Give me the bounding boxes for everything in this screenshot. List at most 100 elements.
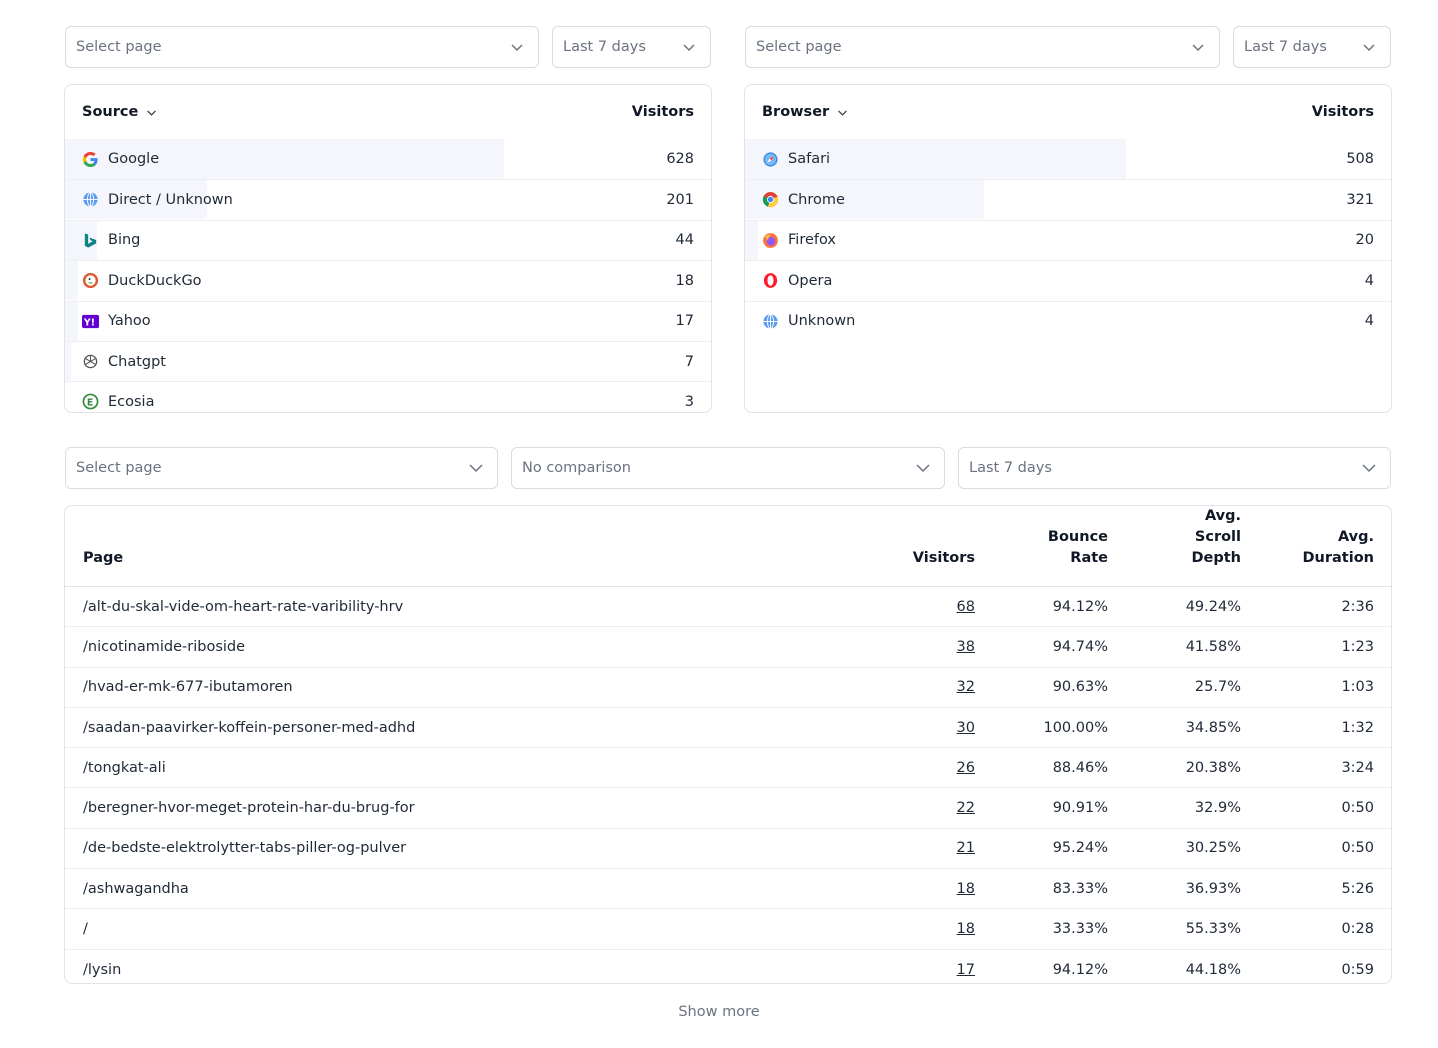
duration-column-header[interactable]: Avg. Duration [1258,506,1391,587]
duration-header-line2: Duration [1302,550,1374,566]
chevron-down-icon [511,44,523,52]
page-path-cell[interactable]: /nicotinamide-riboside [65,626,872,668]
scroll-depth-cell: 32.9% [1125,787,1258,829]
source-dimension-toggle[interactable]: Source [82,104,157,120]
bounce-column-header[interactable]: Bounce Rate [992,506,1125,587]
chevron-down-icon [1192,44,1204,52]
table-row[interactable]: /ashwagandha 18 83.33% 36.93% 5:26 [65,868,1391,910]
source-page-select[interactable]: Select page [65,26,539,68]
table-row[interactable]: /beregner-hvor-meget-protein-har-du-brug… [65,787,1391,829]
visitors-cell: 68 [872,586,992,628]
comparison-select[interactable]: No comparison [511,447,945,489]
pages-table-body: /alt-du-skal-vide-om-heart-rate-varibili… [65,586,1391,984]
source-row-label: Direct / Unknown [108,191,233,208]
visitors-cell: 26 [872,747,992,789]
visitors-column-header[interactable]: Visitors [872,506,992,587]
source-row-label: Ecosia [108,393,155,410]
browser-row-value: 321 [1346,191,1374,208]
browser-row[interactable]: Firefox 20 [745,219,1391,260]
table-row[interactable]: /nicotinamide-riboside 38 94.74% 41.58% 1:23 [65,626,1391,668]
browser-row[interactable]: Unknown 4 [745,300,1391,341]
page-path-cell[interactable]: /ashwagandha [65,868,872,910]
bounce-rate-cell: 95.24% [992,828,1125,870]
page-path-cell[interactable]: /hvad-er-mk-677-ibutamoren [65,667,872,708]
duration-cell: 1:23 [1258,626,1391,668]
scroll-depth-cell: 49.24% [1125,586,1258,628]
page-path-cell[interactable]: /saadan-paavirker-koffein-personer-med-a… [65,707,872,749]
chevron-down-icon [1362,464,1376,473]
bounce-rate-cell: 33.33% [992,908,1125,950]
visitors-link[interactable]: 38 [957,639,975,655]
visitors-link[interactable]: 32 [957,679,975,695]
table-row[interactable]: /saadan-paavirker-koffein-personer-med-a… [65,707,1391,749]
table-row[interactable]: / 18 33.33% 55.33% 0:28 [65,908,1391,950]
visitors-link[interactable]: 21 [957,840,975,856]
source-row[interactable]: Y! Yahoo 17 [65,300,711,341]
source-row[interactable]: Bing 44 [65,219,711,260]
pages-range-select[interactable]: Last 7 days [958,447,1391,489]
page-path-cell[interactable]: /de-bedste-elektrolytter-tabs-piller-og-… [65,828,872,870]
browser-row-label: Opera [788,272,833,289]
bounce-rate-cell: 94.74% [992,626,1125,668]
page-path-cell[interactable]: /tongkat-ali [65,747,872,789]
page-path-cell[interactable]: / [65,908,872,950]
visitors-cell: 22 [872,787,992,829]
browser-dimension-toggle[interactable]: Browser [762,104,848,120]
source-row[interactable]: Direct / Unknown 201 [65,179,711,220]
scroll-depth-cell: 44.18% [1185,961,1241,978]
source-row-value: 18 [675,272,694,289]
browser-page-select[interactable]: Select page [745,26,1220,68]
source-row-value: 7 [684,353,694,370]
table-row[interactable]: /tongkat-ali 26 88.46% 20.38% 3:24 [65,747,1391,789]
google-icon [82,151,99,168]
page-column-header[interactable]: Page [65,506,872,587]
scroll-depth-cell: 20.38% [1125,747,1258,789]
browser-page-select-placeholder: Select page [756,39,842,55]
browser-row-label-wrap: Safari [762,151,830,168]
browser-row-label-wrap: Chrome [762,191,845,208]
source-share-bar [65,261,78,301]
bounce-rate-cell: 90.91% [992,787,1125,829]
page-path-cell[interactable]: /alt-du-skal-vide-om-heart-rate-varibili… [65,586,872,628]
pages-card: Page Visitors Bounce Rate Avg. Scroll Dep… [64,505,1392,984]
visitors-cell: 30 [872,707,992,749]
page-path-cell[interactable]: /lysin [65,949,872,983]
visitors-link[interactable]: 68 [957,599,975,615]
page-path-cell[interactable]: /beregner-hvor-meget-protein-har-du-brug… [65,787,872,829]
source-row-label-wrap: DuckDuckGo [82,272,202,289]
source-range-select[interactable]: Last 7 days [552,26,711,68]
show-more-button[interactable]: Show more [0,1004,1438,1020]
table-row[interactable]: /hvad-er-mk-677-ibutamoren 32 90.63% 25.7% 1… [65,667,1391,708]
browser-row[interactable]: Safari 508 [745,139,1391,179]
table-row[interactable]: /lysin 17 94.12% 44.18% 0:59 [65,949,1391,983]
visitors-link[interactable]: 17 [957,962,975,978]
duration-cell: 2:36 [1258,586,1391,628]
comparison-select-value: No comparison [522,460,631,476]
chatgpt-icon [82,353,99,370]
source-row[interactable]: Google 628 [65,139,711,179]
browser-range-select[interactable]: Last 7 days [1233,26,1391,68]
source-row[interactable]: Chatgpt 7 [65,341,711,381]
table-row[interactable]: /alt-du-skal-vide-om-heart-rate-varibili… [65,586,1391,628]
source-card: Source Visitors Google 628 Direct / Unknow… [64,84,712,413]
browser-row-value: 4 [1364,272,1374,289]
visitors-link[interactable]: 26 [957,760,975,776]
source-row-label-wrap: Bing [82,232,140,249]
source-row[interactable]: DuckDuckGo 18 [65,260,711,301]
browser-row-value: 4 [1364,313,1374,330]
scroll-depth-column-header[interactable]: Avg. Scroll Depth [1125,506,1258,587]
browser-row[interactable]: Opera 4 [745,260,1391,300]
visitors-link[interactable]: 22 [957,800,975,816]
visitors-link[interactable]: 30 [957,720,975,736]
source-card-header: Source Visitors [65,85,711,139]
source-row[interactable]: E Ecosia 3 [65,381,711,412]
duration-header-line1: Avg. [1337,529,1374,545]
pages-page-select[interactable]: Select page [65,447,498,489]
opera-icon [762,272,779,289]
browser-row[interactable]: Chrome 321 [745,179,1391,220]
visitors-cell: 17 [872,949,992,983]
table-row[interactable]: /de-bedste-elektrolytter-tabs-piller-og-… [65,828,1391,870]
visitors-link[interactable]: 18 [957,881,975,897]
pages-table-header: Page Visitors Bounce Rate Avg. Scroll Dep… [65,506,1391,587]
visitors-link[interactable]: 18 [957,921,975,937]
